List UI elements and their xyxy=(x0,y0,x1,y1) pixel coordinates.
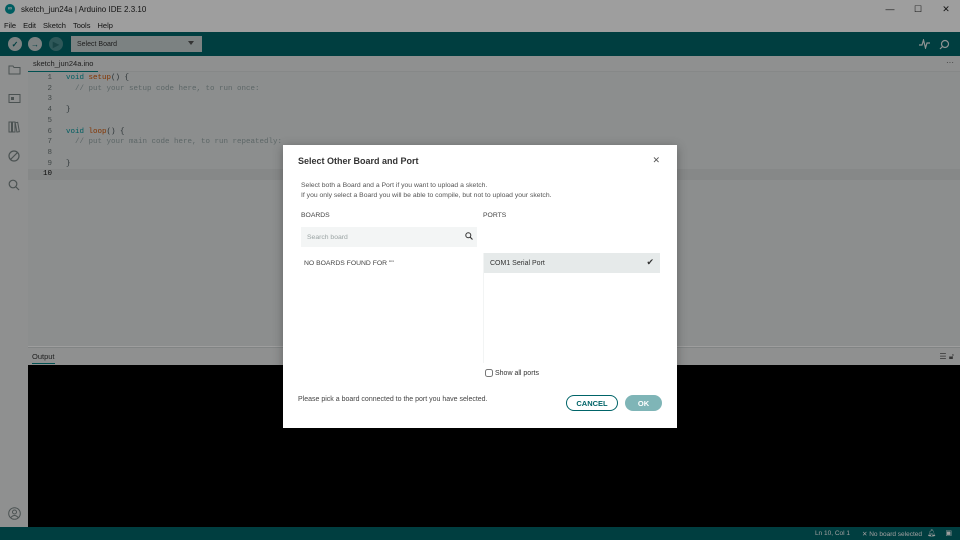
check-icon: ✔ xyxy=(646,257,654,267)
show-all-ports[interactable]: Show all ports xyxy=(485,369,539,377)
search-input[interactable] xyxy=(301,227,461,247)
no-boards-message: NO BOARDS FOUND FOR "" xyxy=(304,260,394,267)
ports-label: PORTS xyxy=(483,212,507,219)
cancel-button[interactable]: CANCEL xyxy=(566,395,618,411)
port-label: COM1 Serial Port xyxy=(490,259,545,267)
close-icon[interactable]: ✕ xyxy=(652,155,660,166)
boards-label: BOARDS xyxy=(301,212,330,219)
select-board-dialog: Select Other Board and Port ✕ Select bot… xyxy=(283,145,677,428)
description-line-2: If you only select a Board you will be a… xyxy=(301,191,552,199)
dialog-title: Select Other Board and Port xyxy=(298,156,419,166)
port-item-com1[interactable]: COM1 Serial Port ✔ xyxy=(484,253,660,273)
ports-list: COM1 Serial Port ✔ xyxy=(483,253,660,363)
description-line-1: Select both a Board and a Port if you wa… xyxy=(301,182,488,189)
dialog-footer-text: Please pick a board connected to the por… xyxy=(298,396,488,403)
show-all-ports-label: Show all ports xyxy=(495,369,539,377)
ports-empty-area xyxy=(484,275,660,363)
ok-button[interactable]: OK xyxy=(625,395,662,411)
dialog-description: Select both a Board and a Port if you wa… xyxy=(301,181,552,200)
search-icon xyxy=(465,232,473,242)
show-all-ports-checkbox[interactable] xyxy=(485,369,493,377)
board-search xyxy=(301,227,477,247)
